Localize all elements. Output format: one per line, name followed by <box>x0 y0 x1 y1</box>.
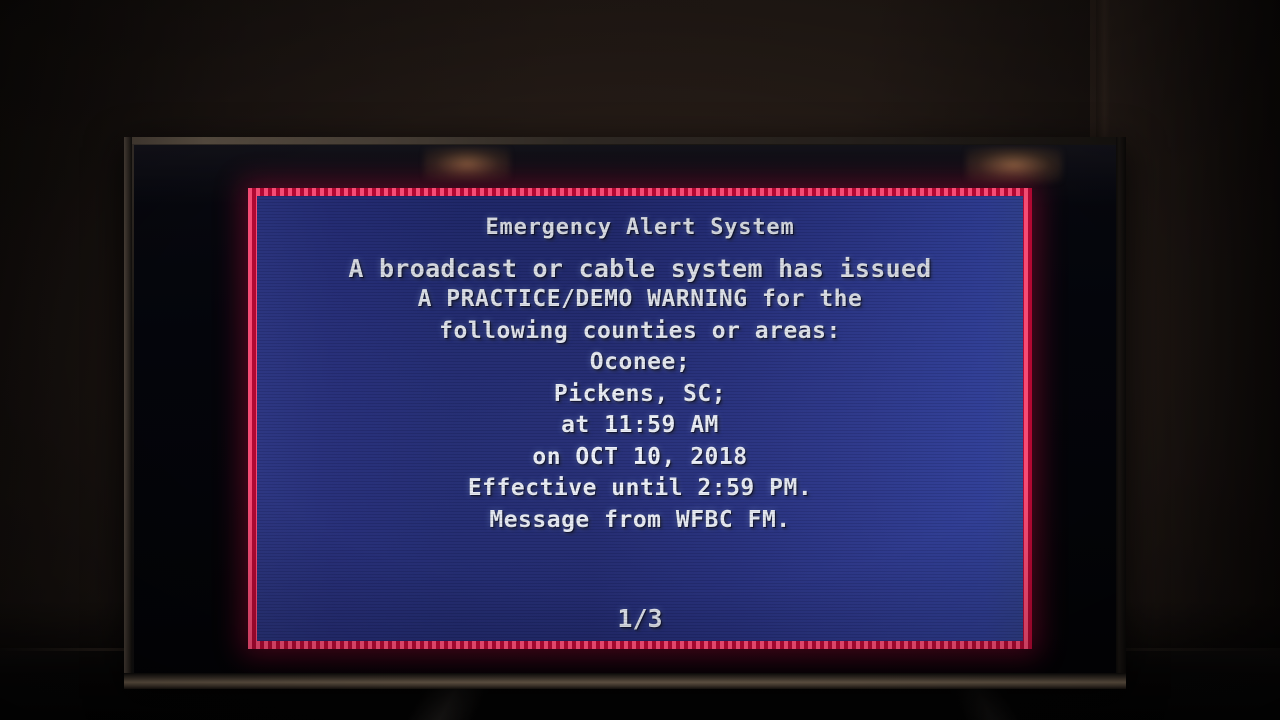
alert-title: Emergency Alert System <box>485 215 795 240</box>
alert-county-pickens: Pickens, SC; <box>553 380 727 407</box>
alert-issue-time: at 11:59 AM <box>561 412 719 438</box>
alert-line-1: A broadcast or cable system has issued <box>348 253 932 283</box>
tv-screen: Emergency Alert System A broadcast or ca… <box>134 145 1116 673</box>
alert-line-3: following counties or areas: <box>439 317 841 344</box>
screen-reflection-left <box>424 147 510 181</box>
page-indicator: 1/3 <box>617 604 663 633</box>
emergency-alert-card: Emergency Alert System A broadcast or ca… <box>248 188 1032 649</box>
alert-issue-date: on OCT 10, 2018 <box>532 443 748 470</box>
alert-source-station: Message from WFBC FM. <box>489 506 791 533</box>
alert-line-2: A PRACTICE/DEMO WARNING for the <box>417 286 863 312</box>
alert-message-panel: Emergency Alert System A broadcast or ca… <box>257 196 1023 641</box>
alert-effective-until: Effective until 2:59 PM. <box>467 475 813 501</box>
television: Emergency Alert System A broadcast or ca… <box>124 137 1126 689</box>
screen-reflection-right <box>966 147 1062 183</box>
tv-bezel-left-edge <box>124 137 132 689</box>
alert-county-oconee: Oconee; <box>589 349 691 375</box>
tv-bezel-right-edge <box>1116 137 1126 689</box>
alert-text-block: Emergency Alert System A broadcast or ca… <box>257 212 1023 536</box>
tv-bezel-bottom-edge <box>124 673 1126 689</box>
tv-bezel-top-edge <box>124 137 1126 144</box>
photo-of-tv-emergency-alert: Emergency Alert System A broadcast or ca… <box>0 0 1280 720</box>
